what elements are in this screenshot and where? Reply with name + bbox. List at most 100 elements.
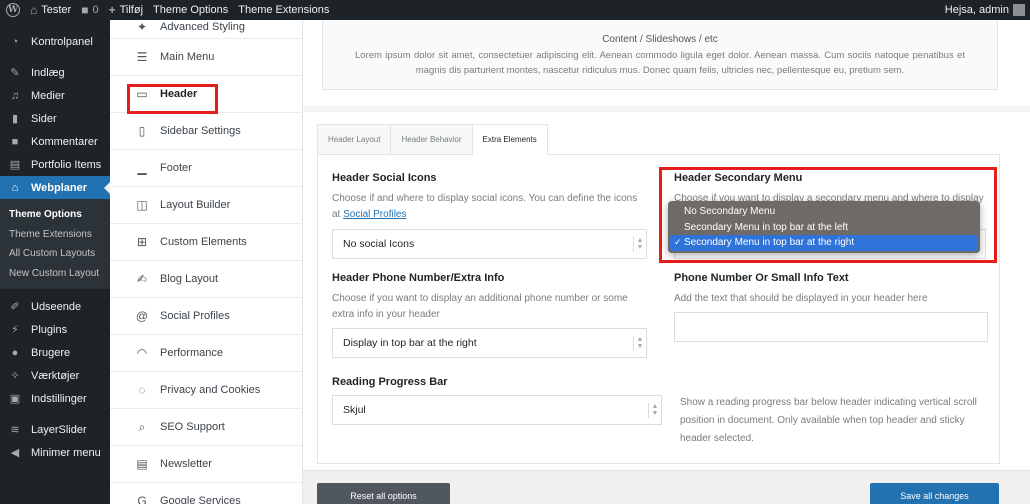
option-secondary-left[interactable]: Secondary Menu in top bar at the left <box>670 220 978 236</box>
nav-item-google-services[interactable]: G Google Services <box>110 483 302 504</box>
tab-header-behavior[interactable]: Header Behavior <box>390 124 473 155</box>
media-icon: ♫ <box>10 89 20 102</box>
nav-label: Social Profiles <box>160 310 230 322</box>
phone-title: Header Phone Number/Extra Info <box>332 272 505 284</box>
theme-options-link[interactable]: Theme Options <box>148 0 233 20</box>
plus-icon: + <box>108 3 116 17</box>
nav-label: Main Menu <box>160 51 215 63</box>
menu-label: Kontrolpanel <box>31 35 93 48</box>
reset-all-options-button[interactable]: Reset all options <box>317 483 450 504</box>
menu-item-brugere[interactable]: ● Brugere <box>0 341 110 364</box>
section-divider <box>303 106 1030 112</box>
header-preview-box: Content / Slideshows / etc Lorem ipsum d… <box>322 20 998 90</box>
chevron-updown-icon: ▲ ▼ <box>633 237 646 252</box>
nav-label: SEO Support <box>160 421 225 433</box>
progress-desc: Show a reading progress bar below header… <box>680 397 977 444</box>
nav-label: Performance <box>160 347 223 359</box>
collapse-menu-button[interactable]: ◀ Minimer menu <box>0 441 110 464</box>
nav-item-newsletter[interactable]: ▤ Newsletter <box>110 446 302 483</box>
phone-select[interactable]: Display in top bar at the right ▲ ▼ <box>332 328 647 358</box>
search-icon: ⌕ <box>138 419 146 434</box>
nav-label: Advanced Styling <box>160 21 245 33</box>
theme-options-label: Theme Options <box>153 4 229 16</box>
nav-label: Blog Layout <box>160 273 219 285</box>
nav-item-advanced-styling[interactable]: ✦ Advanced Styling <box>110 20 302 39</box>
progress-select[interactable]: Skjul ▲ ▼ <box>332 395 662 425</box>
nav-item-custom-elements[interactable]: ⊞ Custom Elements <box>110 224 302 261</box>
nav-label: Sidebar Settings <box>160 125 241 137</box>
options-footer-bar: Reset all options Save all changes <box>303 470 1030 504</box>
header-highlight-box <box>127 84 218 114</box>
nav-item-blog-layout[interactable]: ✍ Blog Layout <box>110 261 302 298</box>
my-account-link[interactable]: Hejsa, admin <box>940 0 1030 20</box>
new-content-link[interactable]: + Tilføj <box>104 0 148 20</box>
menu-item-medier[interactable]: ♫ Medier <box>0 84 110 107</box>
site-name-link[interactable]: ⌂ Tester <box>25 0 76 20</box>
nav-item-sidebar-settings[interactable]: ▯ Sidebar Settings <box>110 113 302 150</box>
menu-item-portfolio[interactable]: ▤ Portfolio Items <box>0 153 110 176</box>
comment-icon: ■ <box>11 135 19 148</box>
nav-item-main-menu[interactable]: ☰ Main Menu <box>110 39 302 76</box>
menu-item-indstillinger[interactable]: ▣ Indstillinger <box>0 387 110 410</box>
social-profiles-link[interactable]: Social Profiles <box>343 209 406 220</box>
preview-title: Content / Slideshows / etc <box>602 34 718 45</box>
menu-label: Minimer menu <box>31 446 101 459</box>
submenu-theme-options[interactable]: Theme Options <box>0 205 110 225</box>
pin-icon: ✎ <box>10 67 20 79</box>
menu-item-udseende[interactable]: ✐ Udseende <box>0 295 110 318</box>
menu-item-sider[interactable]: ▮ Sider <box>0 107 110 130</box>
phone-text-input[interactable] <box>674 312 988 342</box>
submenu-all-custom-layouts[interactable]: All Custom Layouts <box>0 244 110 264</box>
option-secondary-right[interactable]: ✓ Secondary Menu in top bar at the right <box>670 235 978 251</box>
option-no-secondary-menu[interactable]: No Secondary Menu <box>670 204 978 220</box>
progress-title: Reading Progress Bar <box>332 376 448 388</box>
nav-label: Layout Builder <box>160 199 231 211</box>
nav-label: Privacy and Cookies <box>160 384 261 396</box>
menu-item-kommentarer[interactable]: ■ Kommentarer <box>0 130 110 153</box>
portfolio-icon: ▤ <box>9 159 21 171</box>
menu-item-webplaner[interactable]: ⌂ Webplaner <box>0 176 110 199</box>
comments-link[interactable]: ■ 0 <box>76 0 103 20</box>
nav-item-privacy-cookies[interactable]: ◌ Privacy and Cookies <box>110 372 302 409</box>
nav-item-layout-builder[interactable]: ◫ Layout Builder <box>110 187 302 224</box>
social-icons-select[interactable]: No social Icons ▲ ▼ <box>332 229 647 259</box>
tab-extra-elements[interactable]: Extra Elements <box>471 124 548 155</box>
dashboard-icon: ◔ <box>11 35 19 48</box>
menu-item-plugins[interactable]: ⚡ Plugins <box>0 318 110 341</box>
checkmark-icon: ✓ <box>674 237 682 248</box>
nav-item-seo-support[interactable]: ⌕ SEO Support <box>110 409 302 446</box>
menu-item-indlaeg[interactable]: ✎ Indlæg <box>0 61 110 84</box>
newsletter-icon: ▤ <box>136 457 148 471</box>
chevron-updown-icon: ▲ ▼ <box>633 336 646 351</box>
menu-item-vaerktoejer[interactable]: ✧ Værktøjer <box>0 364 110 387</box>
google-icon: G <box>137 494 147 504</box>
tab-header-layout[interactable]: Header Layout <box>317 124 392 155</box>
admin-menu: ◔ Kontrolpanel ✎ Indlæg ♫ Medier ▮ Sider ■ Ko… <box>0 20 110 504</box>
nav-item-social-profiles[interactable]: @ Social Profiles <box>110 298 302 335</box>
nav-item-footer[interactable]: ▁ Footer <box>110 150 302 187</box>
social-icons-desc: Choose if and where to display social ic… <box>332 191 644 223</box>
header-tabs: Header Layout Header Behavior Extra Elem… <box>317 124 548 155</box>
greeting: Hejsa, admin <box>944 4 1009 16</box>
submenu-theme-extensions[interactable]: Theme Extensions <box>0 225 110 245</box>
menu-label: Webplaner <box>31 181 88 194</box>
chevron-updown-icon: ▲ ▼ <box>648 403 661 418</box>
wp-logo-button[interactable]: W <box>0 0 25 20</box>
theme-extensions-link[interactable]: Theme Extensions <box>233 0 334 20</box>
plug-icon: ⚡ <box>11 324 19 336</box>
theme-extensions-label: Theme Extensions <box>238 4 330 16</box>
nav-label: Footer <box>160 162 192 174</box>
wordpress-logo-icon: W <box>6 3 20 17</box>
nav-item-performance[interactable]: ◠ Performance <box>110 335 302 372</box>
wrench-icon: ✧ <box>10 370 20 382</box>
submenu-new-custom-layout[interactable]: New Custom Layout <box>0 264 110 284</box>
phone-value: Display in top bar at the right <box>343 337 477 349</box>
menu-label: Kommentarer <box>31 135 98 148</box>
save-all-changes-button[interactable]: Save all changes <box>870 483 999 504</box>
elements-icon: ⊞ <box>136 235 148 249</box>
menu-label: Portfolio Items <box>31 158 102 171</box>
menu-label: Indstillinger <box>31 392 87 405</box>
menu-item-kontrolpanel[interactable]: ◔ Kontrolpanel <box>0 30 110 53</box>
menu-item-layerslider[interactable]: ≋ LayerSlider <box>0 418 110 441</box>
sidebar-icon: ▯ <box>138 124 146 138</box>
